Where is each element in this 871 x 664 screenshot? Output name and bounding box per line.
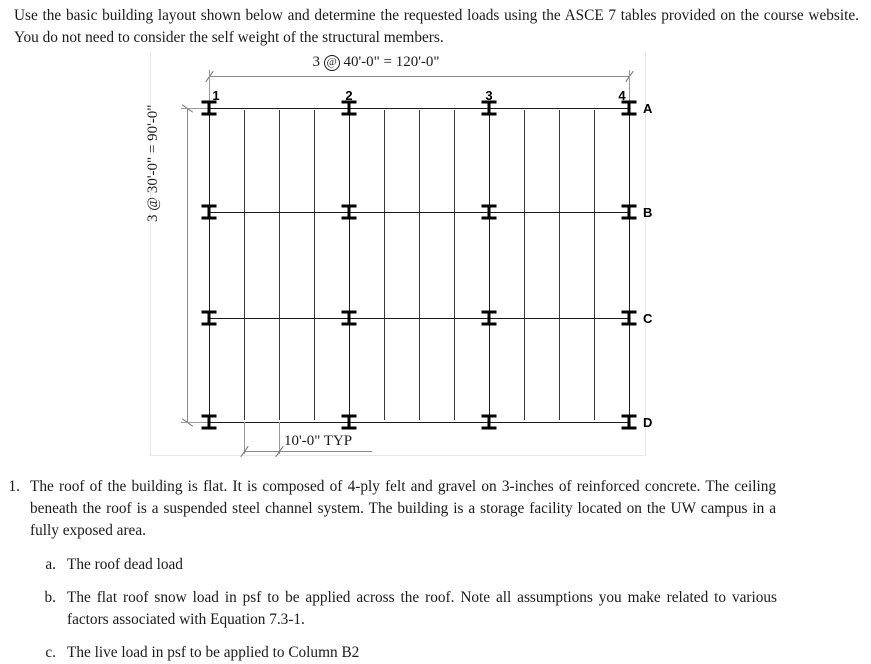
joist-line bbox=[279, 110, 280, 420]
framing-plan-canvas: 3 @ 40'-0" = 120'-0" 3 @ 30'-0" = 90'-0" bbox=[145, 52, 652, 458]
column-line-4 bbox=[629, 108, 630, 422]
column-symbol-c3 bbox=[481, 310, 497, 326]
joist-line bbox=[314, 110, 315, 420]
column-symbol-b2 bbox=[341, 204, 357, 220]
joist-line bbox=[419, 110, 420, 420]
question-number: 1. bbox=[8, 478, 20, 495]
column-symbol-b3 bbox=[481, 204, 497, 220]
subitem-b: b. The flat roof snow load in psf to be … bbox=[0, 587, 871, 631]
column-symbol-d2 bbox=[341, 414, 357, 430]
top-dimension-label: 3 @ 40'-0" = 120'-0" bbox=[211, 54, 541, 71]
column-symbol-c1 bbox=[201, 310, 217, 326]
typ-dimension-line bbox=[244, 451, 372, 452]
girder-line-c bbox=[209, 318, 629, 319]
grid-label-4: 4 bbox=[618, 88, 626, 103]
grid-label-3: 3 bbox=[485, 88, 493, 103]
subitem-c: c. The live load in psf to be applied to… bbox=[0, 642, 871, 664]
question-list: 1. The roof of the building is flat. It … bbox=[0, 476, 871, 664]
subitem-text: The live load in psf to be applied to Co… bbox=[67, 644, 360, 662]
question-text: The roof of the building is flat. It is … bbox=[30, 478, 776, 540]
joist-line bbox=[594, 110, 595, 420]
subitem-label: b. bbox=[44, 588, 56, 606]
joist-line bbox=[384, 110, 385, 420]
subitem-text: The roof dead load bbox=[67, 555, 183, 573]
typ-dimension-label: 10'-0" TYP bbox=[284, 433, 353, 449]
grid-label-c: C bbox=[643, 311, 653, 326]
column-line-3 bbox=[489, 108, 490, 422]
top-dim-total: 120'-0" bbox=[395, 54, 440, 70]
column-line-2 bbox=[349, 108, 350, 422]
top-dim-count: 3 bbox=[312, 54, 320, 70]
joist-line bbox=[559, 110, 560, 420]
grid-label-b: B bbox=[643, 205, 653, 220]
grid-label-1: 1 bbox=[212, 88, 220, 103]
grid-label-2: 2 bbox=[345, 88, 353, 103]
grid-label-a: A bbox=[643, 101, 653, 116]
column-symbol-b1 bbox=[201, 204, 217, 220]
girder-line-d bbox=[209, 422, 629, 423]
subitem-label: a. bbox=[45, 555, 56, 573]
girder-line-b bbox=[209, 212, 629, 213]
question-item-1: 1. The roof of the building is flat. It … bbox=[0, 476, 871, 543]
intro-paragraph: Use the basic building layout shown belo… bbox=[14, 7, 859, 47]
column-symbol-d3 bbox=[481, 414, 497, 430]
column-symbol-b4 bbox=[621, 204, 637, 220]
grid-label-d: D bbox=[643, 415, 653, 430]
girder-line-a bbox=[209, 108, 629, 109]
column-symbol-c2 bbox=[341, 310, 357, 326]
joist-line bbox=[524, 110, 525, 420]
left-dimension-label: 3 @ 30'-0" = 90'-0" bbox=[145, 104, 161, 222]
joist-line bbox=[454, 110, 455, 420]
subitem-text: The flat roof snow load in psf to be app… bbox=[67, 588, 777, 628]
top-dim-equals: = bbox=[383, 54, 392, 70]
framing-plan-figure: 3 @ 40'-0" = 120'-0" 3 @ 30'-0" = 90'-0" bbox=[145, 52, 652, 458]
top-dimension-line bbox=[209, 76, 629, 77]
at-symbol-icon: @ bbox=[323, 55, 340, 71]
column-symbol-c4 bbox=[621, 310, 637, 326]
column-line-1 bbox=[209, 108, 210, 422]
column-symbol-d4 bbox=[621, 414, 637, 430]
top-dim-spacing: 40'-0" bbox=[343, 54, 380, 70]
subitem-label: c. bbox=[45, 644, 56, 662]
column-symbol-d1 bbox=[201, 414, 217, 430]
question-subitem-list: a. The roof dead load b. The flat roof s… bbox=[0, 554, 871, 664]
subitem-a: a. The roof dead load bbox=[0, 554, 871, 576]
left-dimension-line bbox=[187, 108, 188, 422]
joist-line bbox=[244, 110, 245, 420]
